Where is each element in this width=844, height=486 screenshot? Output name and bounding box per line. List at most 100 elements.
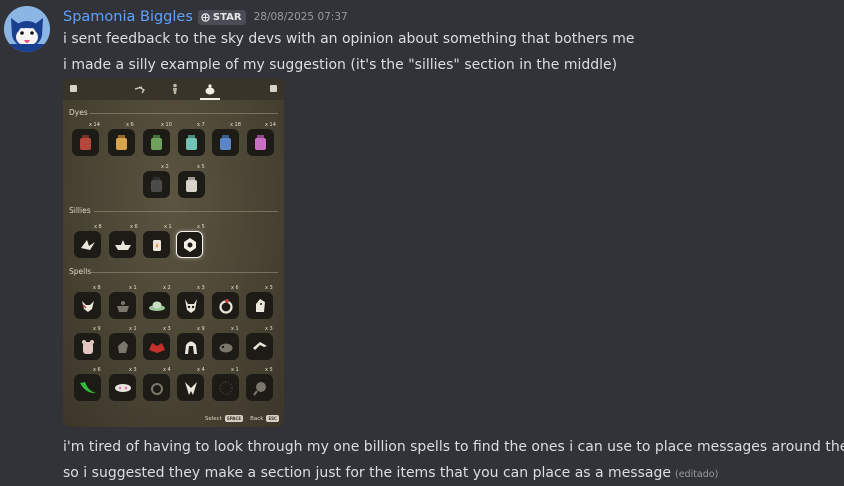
item-count: x 5: [265, 367, 273, 373]
sparkle-spell-icon: [218, 380, 233, 395]
dye-slot-green[interactable]: [143, 129, 170, 156]
item-count: x 6: [130, 224, 138, 230]
paper-boat-icon: [114, 239, 131, 250]
turtle-spell-icon: [219, 343, 232, 352]
select-label: Select: [204, 415, 222, 422]
message-boat-icon: [183, 237, 196, 252]
item-count: x 1: [129, 285, 137, 291]
server-tag[interactable]: STAR: [197, 9, 246, 25]
active-tab-indicator: [200, 98, 220, 100]
dye-slot-blue[interactable]: [212, 129, 239, 156]
spell-slot[interactable]: [74, 333, 101, 360]
avatar[interactable]: [4, 6, 50, 52]
bird-spell-icon: [184, 381, 197, 395]
item-count: x 14: [89, 122, 100, 128]
hair-spell-icon: [184, 341, 197, 354]
dye-slot-yellow[interactable]: [108, 129, 135, 156]
item-count: x 1: [129, 326, 137, 332]
message-lantern-icon: [152, 239, 161, 251]
spell-slot[interactable]: [212, 374, 239, 401]
message-line: i sent feedback to the sky devs with an …: [63, 31, 635, 47]
spell-slot[interactable]: [143, 333, 170, 360]
sillies-slot-boat[interactable]: [109, 231, 136, 258]
item-count: x 5: [197, 164, 205, 170]
spell-slot[interactable]: [74, 374, 101, 401]
message-line: i made a silly example of my suggestion …: [63, 57, 618, 73]
section-label-sillies: Sillies: [69, 206, 91, 215]
image-attachment[interactable]: Dyes x 14 x 6 x 10 x 7 x 18 x 14 x 2 x 5…: [63, 78, 284, 427]
dye-slot-red[interactable]: [72, 129, 99, 156]
spell-slot[interactable]: [246, 374, 273, 401]
sillies-slot-crane[interactable]: [74, 231, 101, 258]
spell-slot[interactable]: [212, 333, 239, 360]
item-count: x 3: [265, 285, 273, 291]
spell-slot[interactable]: [109, 333, 136, 360]
dye-slot-white[interactable]: [178, 171, 205, 198]
item-count: x 3: [129, 367, 137, 373]
item-count: x 2: [161, 164, 169, 170]
white-dye-icon: [186, 176, 197, 192]
controls-hint: Select SPACE Back ESC: [205, 415, 279, 422]
inventory-tab-bar: [63, 78, 284, 100]
cat-avatar-icon: [4, 6, 50, 52]
left-bumper-icon: [70, 85, 77, 92]
emote-tab-icon: [134, 86, 145, 94]
item-count: x 6: [231, 285, 239, 291]
item-count: x 4: [197, 367, 205, 373]
bag-tab-icon: [205, 84, 215, 95]
item-count: x 6: [93, 367, 101, 373]
cyan-dye-icon: [186, 134, 197, 150]
spell-slot[interactable]: [177, 374, 204, 401]
item-count: x 7: [197, 122, 205, 128]
crab-spell-icon: [148, 342, 165, 353]
red-dye-icon: [80, 134, 91, 150]
tag-label: STAR: [212, 11, 242, 23]
spell-slot[interactable]: [177, 333, 204, 360]
sillies-slot-lantern[interactable]: [143, 231, 170, 258]
timestamp: 28/08/2025 07:37: [253, 11, 348, 23]
blue-dye-icon: [220, 134, 231, 150]
item-count: x 2: [163, 285, 171, 291]
item-count: x 4: [163, 367, 171, 373]
green-swirl-spell-icon: [79, 381, 96, 393]
green-dye-icon: [151, 134, 162, 150]
item-count: x 8: [93, 285, 101, 291]
item-count: x 3: [163, 326, 171, 332]
spell-slot[interactable]: [143, 292, 170, 319]
item-count: x 8: [94, 224, 102, 230]
spell-slot[interactable]: [246, 333, 273, 360]
stone-spell-icon: [117, 340, 128, 353]
hat-spell-icon: [148, 301, 165, 311]
sillies-slot-selected[interactable]: [176, 231, 203, 258]
spell-slot[interactable]: [143, 374, 170, 401]
item-count: x 10: [161, 122, 172, 128]
pot-spell-icon: [116, 300, 129, 312]
dye-slot-cyan[interactable]: [178, 129, 205, 156]
wreath-spell-icon: [218, 298, 233, 314]
right-bumper-icon: [270, 85, 277, 92]
dye-slot-pink[interactable]: [247, 129, 274, 156]
item-count: x 9: [197, 326, 205, 332]
spell-slot[interactable]: [177, 292, 204, 319]
spell-slot[interactable]: [109, 374, 136, 401]
bag-spell-icon: [150, 382, 163, 395]
back-label: Back: [250, 415, 264, 422]
username[interactable]: Spamonia Biggles: [63, 9, 193, 25]
spell-slot[interactable]: [74, 292, 101, 319]
mask-spell-icon: [81, 300, 94, 312]
edited-label: (editado): [674, 469, 719, 480]
spell-slot[interactable]: [246, 292, 273, 319]
outfit-tab-icon: [173, 83, 177, 94]
divider: [90, 113, 278, 114]
tag-icon: [201, 12, 210, 22]
bear-spell-icon: [81, 339, 94, 354]
message-line: i'm tired of having to look through my o…: [63, 439, 844, 455]
black-dye-icon: [151, 176, 162, 192]
spell-slot[interactable]: [212, 292, 239, 319]
item-count: x 3: [197, 285, 205, 291]
spell-slot[interactable]: [109, 292, 136, 319]
message-line: so i suggested they make a section just …: [63, 463, 718, 483]
dye-slot-black[interactable]: [143, 171, 170, 198]
message-text: so i suggested they make a section just …: [63, 465, 671, 481]
space-key-hint: SPACE: [224, 415, 244, 422]
